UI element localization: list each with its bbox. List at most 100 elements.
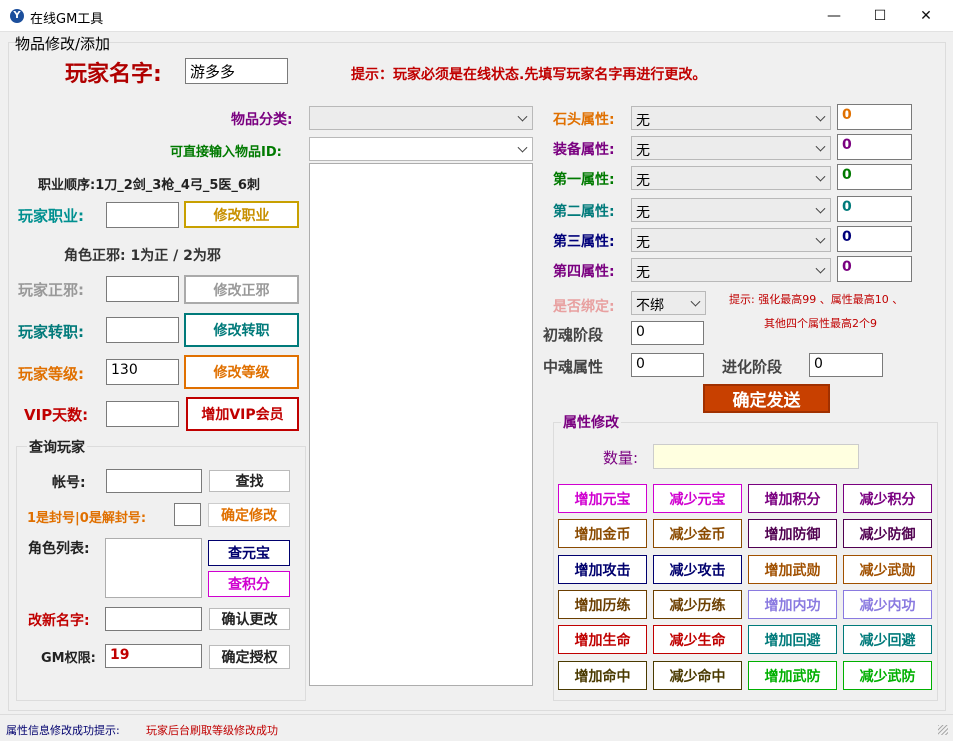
status-bar: 属性信息修改成功提示: 玩家后台刷取等级修改成功: [0, 714, 953, 741]
attr-select-0[interactable]: 无: [631, 106, 831, 130]
gm-permission-label: GM权限:: [41, 651, 96, 666]
check-points-button[interactable]: 查积分: [208, 571, 290, 597]
attr-modify-button-14[interactable]: 增加内功: [748, 590, 837, 619]
maximize-button[interactable]: ☐: [857, 0, 903, 32]
close-button[interactable]: ✕: [903, 0, 949, 32]
chevron-down-icon: [815, 233, 826, 244]
resize-grip-icon[interactable]: [938, 725, 948, 735]
attr-modify-button-16[interactable]: 增加生命: [558, 625, 647, 654]
attr-value-5[interactable]: 0: [837, 256, 912, 282]
alignment-note: 角色正邪: 1为正 / 2为邪: [64, 248, 221, 264]
bind-select[interactable]: 不绑: [631, 291, 706, 315]
role-list[interactable]: [105, 538, 202, 598]
attr-modify-button-17[interactable]: 减少生命: [653, 625, 742, 654]
attr-label-1: 装备属性:: [553, 142, 615, 158]
chevron-down-icon: [517, 142, 528, 153]
player-name-input[interactable]: 游多多: [185, 58, 288, 84]
attr-modify-button-3[interactable]: 减少积分: [843, 484, 932, 513]
gm-permission-input[interactable]: 19: [105, 644, 202, 668]
attr-value-4[interactable]: 0: [837, 226, 912, 252]
chevron-down-icon: [815, 141, 826, 152]
account-label: 帐号:: [52, 475, 86, 491]
account-input[interactable]: [106, 469, 202, 493]
attr-modify-button-2[interactable]: 增加积分: [748, 484, 837, 513]
attr-select-4[interactable]: 无: [631, 228, 831, 252]
attr-modify-button-21[interactable]: 减少命中: [653, 661, 742, 690]
attr-select-2[interactable]: 无: [631, 166, 831, 190]
modify-job-button[interactable]: 修改职业: [184, 201, 299, 228]
confirm-rename-button[interactable]: 确认更改: [209, 608, 290, 630]
vip-days-label: VIP天数:: [24, 406, 89, 424]
confirm-gm-button[interactable]: 确定授权: [209, 645, 290, 669]
attr-modify-button-5[interactable]: 减少金币: [653, 519, 742, 548]
attr-modify-button-18[interactable]: 增加回避: [748, 625, 837, 654]
attr-select-1[interactable]: 无: [631, 136, 831, 160]
transfer-input[interactable]: [106, 317, 179, 343]
window-title: 在线GM工具: [30, 12, 104, 27]
item-category-select[interactable]: [309, 106, 533, 130]
chevron-down-icon: [690, 296, 701, 307]
bind-label: 是否绑定:: [553, 299, 615, 315]
attr-modify-button-11[interactable]: 减少武勋: [843, 555, 932, 584]
attr-label-2: 第一属性:: [553, 172, 615, 188]
attr-modify-button-9[interactable]: 减少攻击: [653, 555, 742, 584]
initial-soul-input[interactable]: 0: [631, 321, 704, 345]
attr-modify-button-12[interactable]: 增加历练: [558, 590, 647, 619]
add-vip-button[interactable]: 增加VIP会员: [186, 397, 299, 431]
check-yuanbao-button[interactable]: 查元宝: [208, 540, 290, 566]
transfer-label: 玩家转职:: [18, 323, 84, 341]
attr-label-5: 第四属性:: [553, 264, 615, 280]
attr-modify-button-0[interactable]: 增加元宝: [558, 484, 647, 513]
attr-select-3[interactable]: 无: [631, 198, 831, 222]
modify-transfer-button[interactable]: 修改转职: [184, 313, 299, 347]
item-list[interactable]: [309, 163, 533, 686]
title-bar: Y 在线GM工具 — ☐ ✕: [0, 0, 953, 32]
attr-modify-button-8[interactable]: 增加攻击: [558, 555, 647, 584]
modify-alignment-button[interactable]: 修改正邪: [184, 275, 299, 304]
item-id-select[interactable]: [309, 137, 533, 161]
attribute-modify-title: 属性修改: [561, 412, 621, 432]
attr-modify-button-1[interactable]: 减少元宝: [653, 484, 742, 513]
chevron-down-icon: [815, 111, 826, 122]
attr-value-1[interactable]: 0: [837, 134, 912, 160]
send-button[interactable]: 确定发送: [703, 384, 830, 413]
level-input[interactable]: 130: [106, 359, 179, 385]
rename-input[interactable]: [105, 607, 202, 631]
attr-value-0[interactable]: 0: [837, 104, 912, 130]
evolve-stage-label: 进化阶段: [722, 358, 783, 376]
attr-label-3: 第二属性:: [553, 204, 615, 220]
job-input[interactable]: [106, 202, 179, 228]
attr-select-5[interactable]: 无: [631, 258, 831, 282]
attr-value-2[interactable]: 0: [837, 164, 912, 190]
modify-level-button[interactable]: 修改等级: [184, 355, 299, 389]
attr-modify-button-10[interactable]: 增加武勋: [748, 555, 837, 584]
attr-value-3[interactable]: 0: [837, 196, 912, 222]
vip-days-input[interactable]: [106, 401, 179, 427]
attr-modify-button-23[interactable]: 减少武防: [843, 661, 932, 690]
attr-modify-button-13[interactable]: 减少历练: [653, 590, 742, 619]
chevron-down-icon: [815, 263, 826, 274]
alignment-input[interactable]: [106, 276, 179, 302]
attr-modify-button-6[interactable]: 增加防御: [748, 519, 837, 548]
status-label: 属性信息修改成功提示:: [6, 724, 120, 737]
job-label: 玩家职业:: [18, 207, 84, 225]
item-id-label: 可直接输入物品ID:: [170, 145, 282, 160]
evolve-stage-input[interactable]: 0: [809, 353, 883, 377]
find-button[interactable]: 查找: [209, 470, 290, 492]
confirm-ban-button[interactable]: 确定修改: [208, 503, 290, 527]
quantity-input[interactable]: [653, 444, 859, 469]
item-category-label: 物品分类:: [231, 112, 293, 128]
attr-modify-button-20[interactable]: 增加命中: [558, 661, 647, 690]
mid-soul-input[interactable]: 0: [631, 353, 704, 377]
level-label: 玩家等级:: [18, 365, 84, 383]
attr-modify-button-15[interactable]: 减少内功: [843, 590, 932, 619]
chevron-down-icon: [517, 111, 528, 122]
attr-modify-button-19[interactable]: 减少回避: [843, 625, 932, 654]
attr-modify-button-7[interactable]: 减少防御: [843, 519, 932, 548]
attr-modify-button-4[interactable]: 增加金币: [558, 519, 647, 548]
minimize-button[interactable]: —: [811, 0, 857, 32]
menu-item-modify-add[interactable]: 物品修改/添加: [15, 33, 110, 54]
ban-input[interactable]: [174, 503, 201, 526]
chevron-down-icon: [815, 171, 826, 182]
attr-modify-button-22[interactable]: 增加武防: [748, 661, 837, 690]
